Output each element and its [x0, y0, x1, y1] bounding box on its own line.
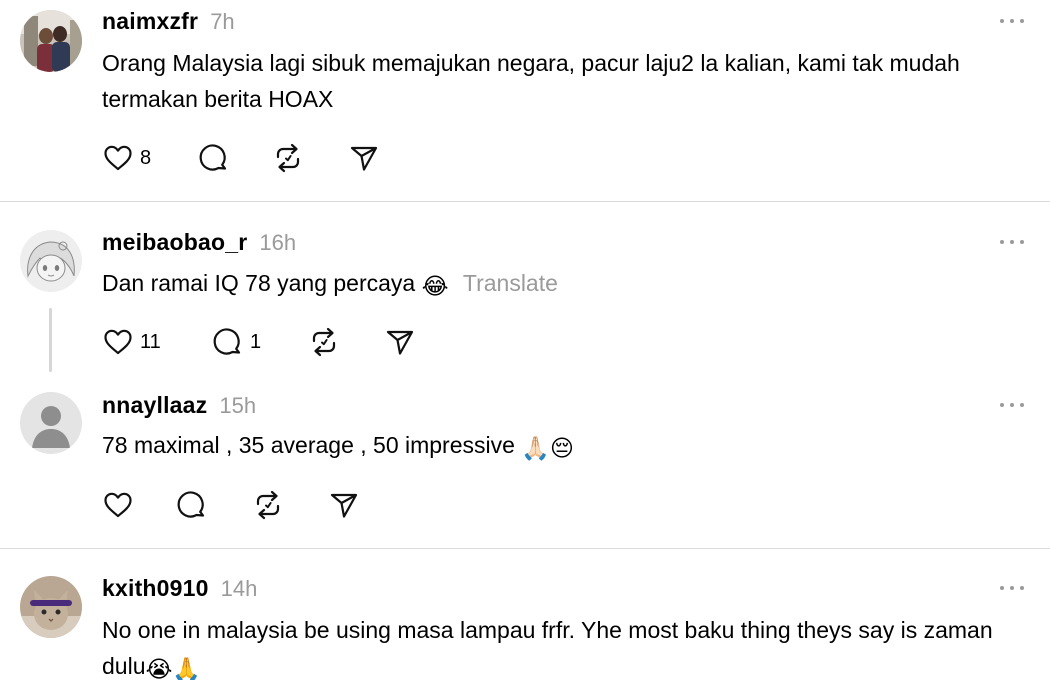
post-text: Orang Malaysia lagi sibuk memajukan nega… [102, 50, 960, 112]
more-dots-icon[interactable] [1000, 403, 1024, 409]
post-text: 78 maximal , 35 average , 50 impressive [102, 432, 515, 458]
like-count: 11 [140, 330, 161, 353]
username[interactable]: nnayllaaz [102, 392, 207, 419]
more-dots-icon[interactable] [1000, 19, 1024, 25]
post-text-block: 78 maximal , 35 average , 50 impressive … [102, 427, 1022, 466]
timestamp: 16h [259, 230, 297, 255]
share-button[interactable] [328, 488, 360, 522]
avatar[interactable] [20, 576, 82, 638]
more-dots-icon[interactable] [1000, 586, 1024, 592]
post-text-block: No one in malaysia be using masa lampau … [102, 612, 1022, 680]
share-button[interactable] [384, 325, 416, 359]
username[interactable]: naimxzfr [102, 8, 198, 35]
avatar[interactable] [20, 392, 82, 454]
default-person-avatar-image [20, 392, 82, 454]
post-header: meibaobao_r 16h [102, 229, 296, 256]
post-text: No one in malaysia be using masa lampau … [102, 617, 993, 679]
repost-button[interactable] [272, 141, 304, 175]
anime-sketch-avatar-image [20, 230, 82, 292]
more-dots-icon[interactable] [1000, 240, 1024, 246]
share-button[interactable] [348, 141, 380, 175]
like-count: 8 [140, 146, 152, 169]
reply-button[interactable] [176, 488, 208, 522]
avatar[interactable] [20, 10, 82, 72]
photo-avatar-image [20, 10, 82, 72]
heart-icon [104, 329, 132, 355]
timestamp: 14h [220, 576, 258, 601]
send-icon [386, 330, 414, 355]
like-button[interactable]: 11 [102, 325, 161, 359]
thread-line [49, 308, 52, 372]
emoji: 😭🙏 [145, 656, 201, 680]
post-text-block: Dan ramai IQ 78 yang percaya 😂 Translate [102, 265, 1022, 304]
heart-icon [104, 492, 132, 518]
post-header: kxith0910 14h [102, 575, 257, 602]
reply-button[interactable]: 1 [212, 325, 261, 359]
post-header: naimxzfr 7h [102, 8, 235, 35]
emoji: 😂 [421, 273, 449, 299]
comment-icon [177, 491, 205, 518]
repost-button[interactable] [308, 325, 340, 359]
timestamp: 7h [210, 9, 235, 34]
post-divider [0, 201, 1050, 202]
emoji: 🙏🏻😔 [521, 435, 574, 461]
post-header: nnayllaaz 15h [102, 392, 256, 419]
repost-icon [256, 490, 280, 520]
username[interactable]: meibaobao_r [102, 229, 247, 256]
repost-button[interactable] [252, 488, 284, 522]
comment-icon [213, 328, 241, 355]
send-icon [350, 146, 378, 171]
post-text: Dan ramai IQ 78 yang percaya [102, 270, 416, 296]
reply-count: 1 [250, 330, 262, 353]
translate-link[interactable]: Translate [463, 270, 558, 296]
cat-photo-avatar-image [20, 576, 82, 638]
avatar[interactable] [20, 230, 82, 292]
username[interactable]: kxith0910 [102, 575, 209, 602]
like-button[interactable] [102, 488, 134, 522]
comment-icon [199, 144, 227, 171]
repost-icon [276, 143, 300, 173]
heart-icon [104, 145, 132, 171]
send-icon [330, 493, 358, 518]
timestamp: 15h [219, 393, 257, 418]
post-divider [0, 548, 1050, 549]
like-button[interactable]: 8 [102, 141, 151, 175]
reply-button[interactable] [198, 141, 230, 175]
repost-icon [312, 327, 336, 357]
